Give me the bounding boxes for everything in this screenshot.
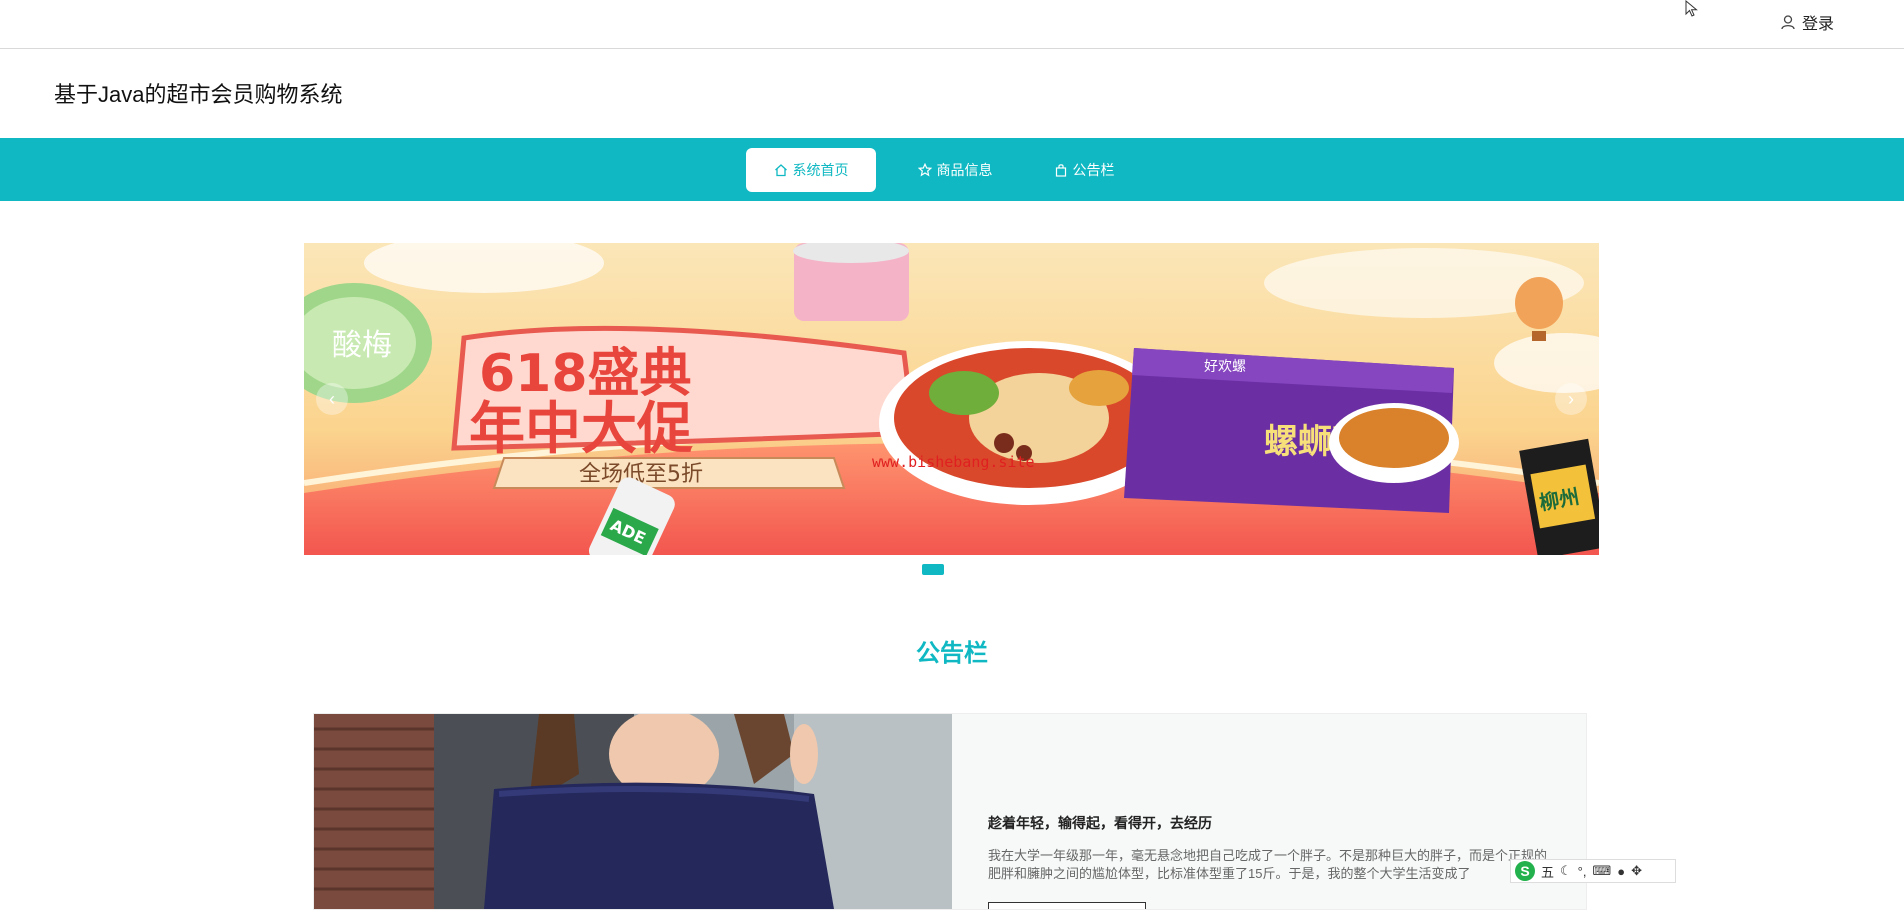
ime-mode-label[interactable]: 五	[1541, 862, 1554, 881]
notice-detail-button[interactable]	[988, 902, 1146, 909]
notice-image	[314, 714, 952, 909]
bag-icon	[1055, 164, 1066, 177]
chevron-right-icon: ›	[1568, 388, 1574, 409]
nav-item-home[interactable]: 系统首页	[746, 148, 876, 192]
nav-label-products: 商品信息	[936, 162, 993, 178]
login-label: 登录	[1801, 16, 1834, 33]
carousel-indicator[interactable]	[922, 564, 944, 575]
user-icon	[1781, 15, 1795, 30]
user-icon[interactable]: ●	[1617, 864, 1625, 879]
watermark-text: www.bishebang.site	[872, 453, 1035, 471]
carousel-next-button[interactable]: ›	[1555, 383, 1587, 415]
section-title-notices: 公告栏	[916, 640, 988, 667]
grid-icon[interactable]: ✥	[1631, 863, 1642, 879]
keyboard-icon[interactable]: ⌨	[1592, 863, 1611, 879]
site-title: 基于Java的超市会员购物系统	[54, 82, 343, 107]
notice-item-text: 我在大学一年级那一年，毫无悬念地把自己吃成了一个胖子。不是那种巨大的胖子，而是个…	[988, 848, 1548, 881]
mouse-cursor-icon	[1685, 0, 1698, 17]
jar-label: 酸梅	[332, 328, 392, 363]
ime-toolbar[interactable]: S 五 ☾ °, ⌨ ● ✥	[1510, 859, 1676, 883]
main-nav: 系统首页 商品信息 公告栏	[0, 138, 1904, 201]
nav-item-notices[interactable]: 公告栏	[1036, 148, 1132, 192]
banner-headline-1: 618盛典	[479, 344, 692, 404]
banner-headline-2: 年中大促	[469, 397, 693, 462]
sogou-logo-icon: S	[1515, 861, 1535, 881]
nav-label-home: 系统首页	[792, 162, 849, 178]
notice-item-title[interactable]: 趁着年轻，输得起，看得开，去经历	[988, 813, 1212, 833]
chevron-left-icon: ‹	[329, 388, 335, 409]
nav-label-notices: 公告栏	[1072, 162, 1115, 178]
carousel-prev-button[interactable]: ‹	[316, 383, 348, 415]
banner-image: 酸梅 618盛典 年中大促 全场低至5折 ADE 好欢螺 螺蛳粉 柳州	[304, 243, 1599, 555]
punctuation-icon[interactable]: °,	[1578, 864, 1587, 879]
nav-item-products[interactable]: 商品信息	[900, 148, 1010, 192]
login-button[interactable]: 登录	[1780, 10, 1834, 34]
banner-carousel[interactable]: 酸梅 618盛典 年中大促 全场低至5折 ADE 好欢螺 螺蛳粉 柳州 ‹ ›	[304, 243, 1599, 555]
top-bar: 登录	[0, 0, 1904, 49]
notice-card[interactable]: 趁着年轻，输得起，看得开，去经历 我在大学一年级那一年，毫无悬念地把自己吃成了一…	[313, 713, 1587, 910]
home-icon	[774, 164, 787, 177]
site-header: 基于Java的超市会员购物系统	[0, 49, 1904, 138]
moon-icon[interactable]: ☾	[1560, 863, 1572, 879]
package-brand: 好欢螺	[1204, 359, 1246, 375]
star-icon	[917, 163, 932, 177]
